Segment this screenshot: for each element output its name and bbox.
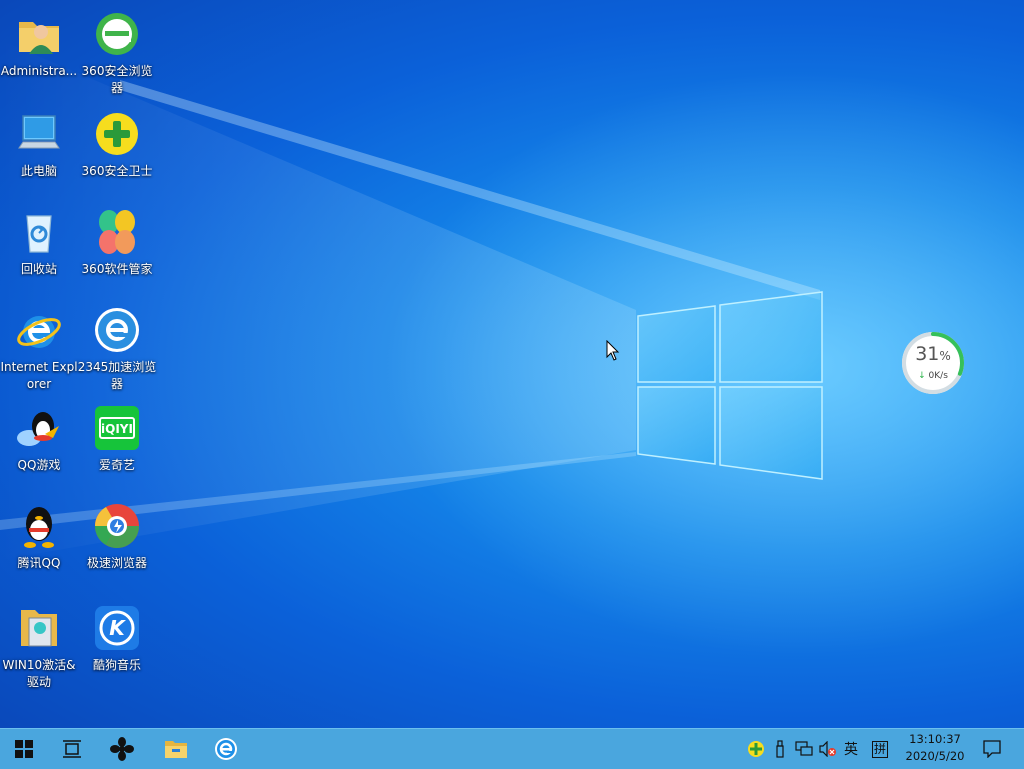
volume-muted-icon xyxy=(819,741,836,757)
desktop-icon-this-pc[interactable]: 此电脑 xyxy=(0,106,78,180)
desktop-icon-label: 回收站 xyxy=(20,262,57,276)
taskbar-clock[interactable]: 13:10:37 2020/5/20 xyxy=(896,731,974,767)
desktop-icon-label: Internet Explorer xyxy=(0,360,78,391)
desktop-icon-administrator[interactable]: Administra... xyxy=(0,6,78,80)
ime-mode-label: 拼 xyxy=(871,740,888,758)
usage-percent: 31% xyxy=(915,343,951,365)
desktop-icon-360-browser[interactable]: 360安全浏览器 xyxy=(78,6,156,97)
desktop-icon-label: WIN10激活&驱动 xyxy=(2,658,76,689)
mouse-cursor-icon xyxy=(606,340,620,361)
ime-mode-indicator[interactable]: 拼 xyxy=(868,729,892,769)
iqiyi-icon: iQIYI xyxy=(95,406,139,450)
2345-browser-icon xyxy=(95,308,139,352)
usb-drive-icon xyxy=(776,740,784,758)
task-view-button[interactable] xyxy=(48,729,96,769)
taskbar-internet-explorer[interactable] xyxy=(202,729,250,769)
desktop-icon-kugou-music[interactable]: K 酷狗音乐 xyxy=(78,600,156,674)
360-safeguard-tray-icon xyxy=(748,741,764,757)
tray-network[interactable] xyxy=(794,729,814,769)
taskbar-app-fan[interactable] xyxy=(98,729,146,769)
desktop-icon-iqiyi[interactable]: iQIYI 爱奇艺 xyxy=(78,400,156,474)
desktop-icon-label: 360安全卫士 xyxy=(81,164,153,178)
taskbar: 英 拼 13:10:37 2020/5/20 xyxy=(0,728,1024,769)
desktop-icon-label: QQ游戏 xyxy=(17,458,61,472)
user-folder-icon xyxy=(19,22,59,54)
360-software-manager-icon xyxy=(99,210,135,254)
360-safeguard-icon xyxy=(96,113,138,155)
fan-app-icon xyxy=(110,737,134,761)
desktop-icon-tencent-qq[interactable]: 腾讯QQ xyxy=(0,498,78,572)
desktop-icon-recycle-bin[interactable]: 回收站 xyxy=(0,204,78,278)
360-browser-icon xyxy=(96,13,138,55)
desktop-icon-label: 360安全浏览器 xyxy=(81,64,153,95)
desktop-icon-label: 2345加速浏览器 xyxy=(77,360,157,391)
desktop-icon-label: 极速浏览器 xyxy=(86,556,147,570)
desktop-icon-internet-explorer[interactable]: Internet Explorer xyxy=(0,302,78,393)
speed-ball-widget[interactable]: 31% ↓ 0K/s xyxy=(900,330,966,396)
desktop-icon-360-safeguard[interactable]: 360安全卫士 xyxy=(78,106,156,180)
tray-usb[interactable] xyxy=(771,729,789,769)
recycle-bin-icon xyxy=(26,215,52,253)
clock-date: 2020/5/20 xyxy=(905,749,965,763)
desktop-icon-360-software-manager[interactable]: 360软件管家 xyxy=(78,204,156,278)
activation-folder-icon xyxy=(21,610,57,647)
desktop-icon-label: 腾讯QQ xyxy=(17,556,61,570)
start-button[interactable] xyxy=(0,729,48,769)
qq-game-icon xyxy=(17,412,59,446)
desktop-icon-label: 酷狗音乐 xyxy=(92,658,141,672)
kugou-music-icon: K xyxy=(95,606,139,650)
computer-icon xyxy=(18,115,60,149)
network-speed: ↓ 0K/s xyxy=(918,371,948,381)
desktop-icon-qq-game[interactable]: QQ游戏 xyxy=(0,400,78,474)
desktop-icon-label: 此电脑 xyxy=(20,164,57,178)
windows-logo xyxy=(637,291,823,480)
desktop-icon-label: 爱奇艺 xyxy=(98,458,135,472)
network-icon xyxy=(795,741,813,756)
file-explorer-icon xyxy=(165,741,187,758)
ie-taskbar-icon xyxy=(215,738,237,760)
desktop-icon-label: Administra... xyxy=(0,64,78,78)
desktop-icon-speed-browser[interactable]: 极速浏览器 xyxy=(78,498,156,572)
svg-text:iQIYI: iQIYI xyxy=(101,422,133,436)
desktop-icon-2345-browser[interactable]: 2345加速浏览器 xyxy=(78,302,156,393)
desktop-icon-label: 360软件管家 xyxy=(81,262,153,276)
tray-360-safeguard[interactable] xyxy=(745,729,767,769)
clock-time: 13:10:37 xyxy=(909,732,961,746)
tray-volume[interactable] xyxy=(817,729,839,769)
speed-browser-icon xyxy=(95,504,139,548)
taskbar-file-explorer[interactable] xyxy=(152,729,200,769)
tencent-qq-icon xyxy=(24,507,54,548)
desktop-icon-win10-activation[interactable]: WIN10激活&驱动 xyxy=(0,600,78,691)
internet-explorer-icon xyxy=(17,316,61,348)
notification-icon xyxy=(983,740,1001,758)
ime-language-toggle[interactable]: 英 xyxy=(840,729,862,769)
start-icon xyxy=(15,740,33,758)
task-view-icon xyxy=(63,740,81,758)
action-center-button[interactable] xyxy=(972,729,1012,769)
svg-text:K: K xyxy=(109,616,126,640)
